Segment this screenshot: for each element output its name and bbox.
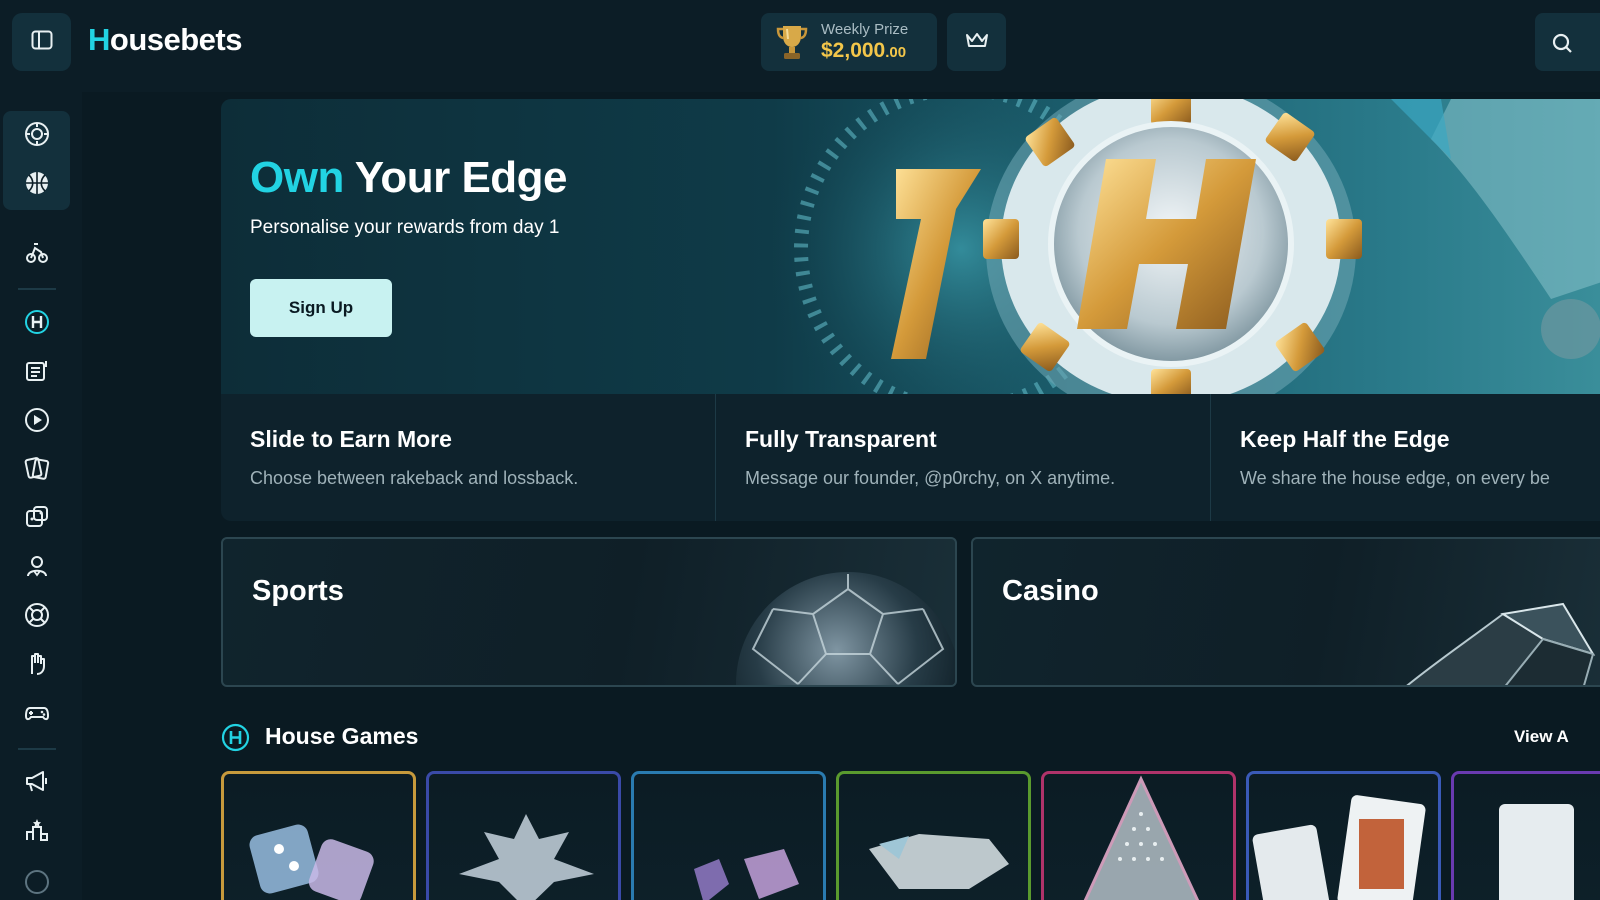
feature-card: Fully Transparent Message our founder, @… bbox=[716, 394, 1211, 521]
feature-title: Slide to Earn More bbox=[250, 426, 452, 452]
crown-icon bbox=[965, 31, 989, 54]
hero-banner: Own Your Edge Personalise your rewards f… bbox=[221, 99, 1600, 394]
cards-icon bbox=[24, 455, 50, 486]
casino-category-card[interactable]: Casino bbox=[971, 537, 1600, 687]
prize-label: Weekly Prize bbox=[821, 21, 909, 38]
diamond-icon bbox=[694, 849, 799, 900]
hero-subtitle: Personalise your rewards from day 1 bbox=[250, 217, 560, 238]
prize-value: $2,000.00 bbox=[821, 39, 906, 63]
sidebar-item-casino[interactable] bbox=[17, 116, 57, 156]
news-icon bbox=[24, 358, 50, 389]
sidebar-divider bbox=[18, 288, 56, 290]
sidebar-panel-icon bbox=[31, 30, 53, 55]
ace-card-icon bbox=[1499, 804, 1574, 900]
roulette-icon bbox=[24, 602, 50, 633]
prize-value-cents: .00 bbox=[885, 44, 907, 61]
feature-card: Slide to Earn More Choose between rakeba… bbox=[221, 394, 716, 521]
pyramid-icon bbox=[1083, 775, 1200, 900]
prize-value-main: $2,000 bbox=[821, 39, 886, 62]
sidebar-item-live-dealer[interactable] bbox=[17, 548, 57, 588]
search-button[interactable] bbox=[1535, 13, 1600, 71]
soccer-ball-image bbox=[736, 572, 955, 685]
spiked-gem-icon bbox=[459, 814, 594, 900]
casino-chip-icon bbox=[24, 121, 50, 152]
game-tile-crash[interactable] bbox=[836, 771, 1031, 900]
game-tile-blackjack[interactable] bbox=[1246, 771, 1441, 900]
sidebar-item-originals[interactable] bbox=[17, 304, 57, 344]
dice-icon bbox=[249, 824, 374, 900]
game-tile-dice[interactable] bbox=[221, 771, 416, 900]
sidebar-item-news[interactable] bbox=[17, 353, 57, 393]
sidebar-item-racing[interactable] bbox=[17, 234, 57, 274]
sports-category-card[interactable]: Sports bbox=[221, 537, 957, 687]
bike-icon bbox=[24, 239, 50, 270]
sidebar-item-leaderboard[interactable] bbox=[17, 812, 57, 852]
sidebar-item-promotions[interactable] bbox=[17, 763, 57, 803]
hero-title: Own Your Edge bbox=[250, 153, 568, 203]
feature-title: Fully Transparent bbox=[745, 426, 937, 452]
hero-chip-artwork bbox=[761, 99, 1600, 394]
basketball-icon bbox=[24, 170, 50, 201]
hero-title-accent: Own bbox=[250, 153, 344, 202]
sidebar-toggle-button[interactable] bbox=[12, 13, 71, 71]
feature-card: Keep Half the Edge We share the house ed… bbox=[1211, 394, 1600, 521]
top-header: Housebets Weekly Prize $2,000.00 bbox=[0, 0, 1600, 92]
dice-icon bbox=[24, 504, 50, 535]
game-tile-mines[interactable] bbox=[426, 771, 621, 900]
dealer-icon bbox=[24, 553, 50, 584]
feature-description: We share the house edge, on every be bbox=[1240, 468, 1550, 488]
sidebar-item-more[interactable] bbox=[17, 864, 57, 900]
brand-logo-text: ousebets bbox=[109, 22, 243, 57]
category-label: Sports bbox=[252, 575, 344, 607]
feature-strip: Slide to Earn More Choose between rakeba… bbox=[221, 394, 1600, 521]
house-games-title: House Games bbox=[265, 723, 419, 749]
megaphone-icon bbox=[24, 768, 50, 799]
sidebar-item-sports[interactable] bbox=[17, 165, 57, 205]
weekly-prize-widget[interactable]: Weekly Prize $2,000.00 bbox=[761, 13, 937, 71]
crystal-chip-image bbox=[1406, 602, 1596, 685]
trophy-icon bbox=[775, 23, 809, 66]
gamepad-icon bbox=[24, 700, 50, 731]
sidebar-item-cards[interactable] bbox=[17, 450, 57, 490]
hero-title-rest: Your Edge bbox=[343, 153, 568, 202]
leaderboard-icon bbox=[24, 817, 50, 848]
game-tile-plinko[interactable] bbox=[631, 771, 826, 900]
sign-up-button[interactable]: Sign Up bbox=[250, 279, 392, 337]
playing-cards-icon bbox=[1252, 795, 1426, 900]
house-h-icon bbox=[24, 309, 50, 340]
vip-crown-button[interactable] bbox=[947, 13, 1006, 71]
feature-description: Choose between rakeback and lossback. bbox=[250, 468, 579, 488]
sidebar-item-games[interactable] bbox=[17, 695, 57, 735]
feature-description: Message our founder, @p0rchy, on X anyti… bbox=[745, 468, 1116, 488]
view-all-link[interactable]: View A bbox=[1514, 727, 1569, 747]
globe-icon bbox=[24, 869, 50, 900]
brand-logo-letter: H bbox=[88, 22, 110, 57]
hand-icon bbox=[24, 651, 50, 682]
sidebar-item-dice[interactable] bbox=[17, 499, 57, 539]
house-games-icon bbox=[221, 723, 250, 757]
left-sidebar bbox=[0, 92, 82, 900]
sidebar-item-roulette[interactable] bbox=[17, 597, 57, 637]
crystal-apple-icon bbox=[869, 834, 1009, 889]
game-tile-pyramid[interactable] bbox=[1041, 771, 1236, 900]
play-icon bbox=[24, 407, 50, 438]
category-label: Casino bbox=[1002, 575, 1099, 607]
sidebar-divider bbox=[18, 748, 56, 750]
feature-title: Keep Half the Edge bbox=[1240, 426, 1450, 452]
sidebar-item-live[interactable] bbox=[17, 402, 57, 442]
game-tile-cards[interactable] bbox=[1451, 771, 1600, 900]
brand-logo[interactable]: Housebets bbox=[88, 22, 243, 58]
sidebar-item-poker[interactable] bbox=[17, 646, 57, 686]
